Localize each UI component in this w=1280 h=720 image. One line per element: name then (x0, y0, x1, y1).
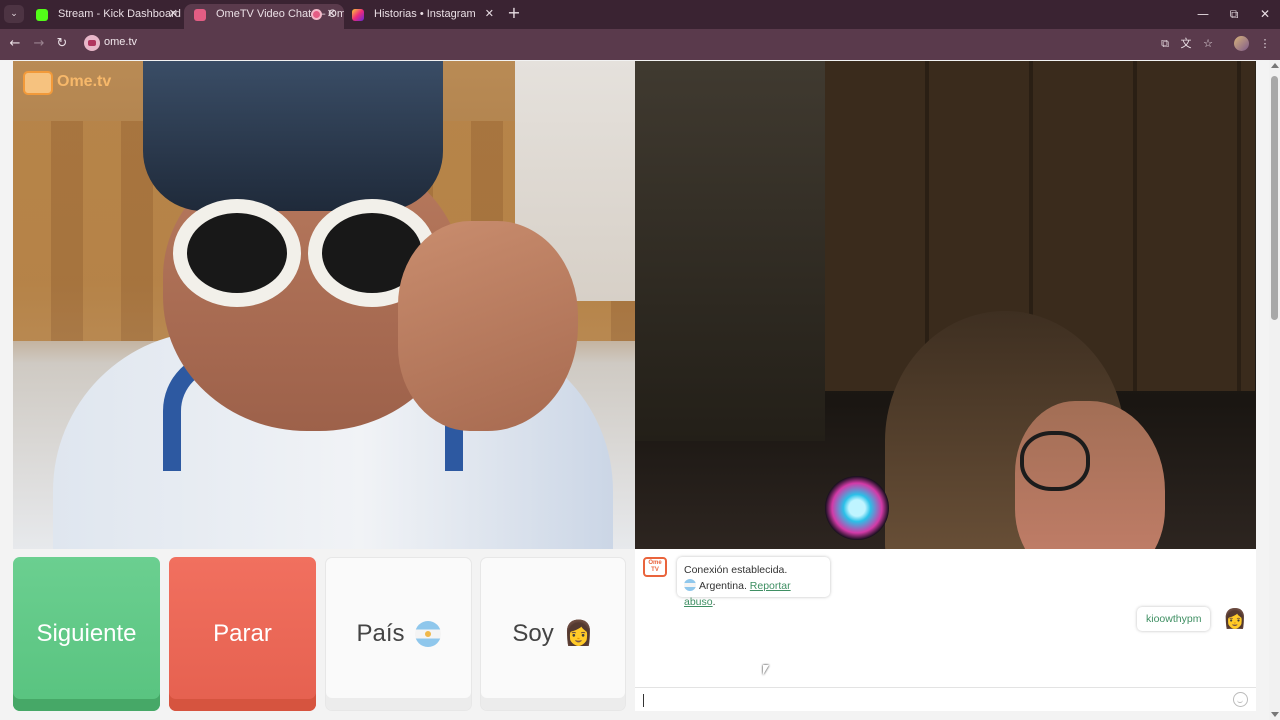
person-cap (143, 61, 443, 211)
tab-title: Stream - Kick Dashboard (58, 8, 181, 20)
own-avatar-emoji-icon: 👩 (1223, 608, 1247, 630)
chat-panel: Ome TV Conexión establecida. Argentina. … (635, 549, 1256, 711)
country-button-label: País (356, 620, 405, 647)
scroll-down-icon[interactable] (1271, 712, 1279, 717)
argentina-flag-icon (414, 621, 441, 647)
translate-icon[interactable]: 文 (1178, 36, 1194, 52)
room-wall (635, 61, 825, 441)
stop-button[interactable]: Parar (169, 557, 316, 711)
restore-icon[interactable]: ⧉ (1219, 4, 1249, 24)
bookmark-star-icon[interactable]: ☆ (1200, 36, 1216, 52)
kick-favicon-icon (36, 9, 48, 21)
profile-avatar[interactable] (1234, 36, 1249, 51)
reload-icon[interactable]: ↻ (53, 35, 71, 53)
own-message: kioowthypm (1137, 607, 1211, 631)
country-filter-button[interactable]: País (325, 557, 472, 711)
female-emoji-icon: 👩 (563, 620, 594, 647)
close-window-icon[interactable]: ✕ (1250, 4, 1280, 24)
tab-title: OmeTV Video Chat — Ome (216, 8, 344, 20)
next-button[interactable]: Siguiente (13, 557, 160, 711)
remote-video (635, 61, 1256, 549)
page-scrollbar[interactable] (1269, 60, 1280, 720)
connection-established-text: Conexión establecida. (684, 564, 788, 576)
text-caret (643, 694, 644, 707)
argentina-flag-icon (684, 579, 696, 591)
stop-button-label: Parar (213, 620, 272, 647)
tab-title: Historias • Instagram (374, 8, 476, 20)
tab-instagram[interactable]: Historias • Instagram ✕ (342, 4, 502, 29)
instagram-favicon-icon (352, 9, 364, 21)
ometv-chat-logo-icon: Ome TV (643, 557, 667, 577)
ometv-favicon-icon (194, 9, 206, 21)
next-button-label: Siguiente (36, 620, 137, 647)
back-icon[interactable]: ← (6, 35, 24, 53)
report-suffix: . (712, 596, 716, 608)
partner-country-line: Argentina. Reportar abuso. (684, 578, 823, 610)
person-hand (398, 221, 578, 431)
logo-text: Ome.tv (57, 73, 112, 90)
tab-kick-dashboard[interactable]: Stream - Kick Dashboard ✕ (26, 4, 186, 29)
partner-country: Argentina. (699, 580, 747, 592)
gender-button-label: Soy (512, 620, 554, 647)
minimize-icon[interactable]: — (1188, 4, 1218, 24)
tab-search-icon[interactable]: ⌄ (4, 5, 24, 23)
tab-ometv[interactable]: OmeTV Video Chat — Ome ✕ (184, 4, 344, 29)
close-tab-icon[interactable]: ✕ (327, 4, 336, 25)
local-video (13, 61, 635, 549)
person-glasses (1020, 431, 1090, 491)
rgb-headphone (825, 476, 889, 540)
chat-input[interactable] (635, 687, 1256, 711)
new-tab-button[interactable]: + (504, 3, 524, 23)
more-menu-icon[interactable]: ⋮ (1257, 36, 1273, 52)
scroll-up-icon[interactable] (1271, 63, 1279, 68)
address-bar[interactable]: ome.tv (104, 36, 137, 48)
system-message: Conexión establecida. Argentina. Reporta… (677, 557, 830, 608)
browser-toolbar: ← → ↻ ome.tv ⧉ 文 ☆ ⋮ (0, 29, 1280, 60)
sunglasses-left-lens (173, 199, 301, 307)
site-info-icon[interactable] (84, 35, 100, 51)
close-tab-icon[interactable]: ✕ (169, 4, 178, 25)
tv-logo-icon (23, 71, 53, 95)
forward-icon[interactable]: → (30, 35, 48, 53)
recording-indicator-icon (311, 9, 322, 20)
install-app-icon[interactable]: ⧉ (1157, 36, 1173, 52)
browser-tab-bar: ⌄ Stream - Kick Dashboard ✕ OmeTV Video … (0, 0, 1280, 29)
close-tab-icon[interactable]: ✕ (485, 4, 494, 25)
gender-select-button[interactable]: Soy 👩 (480, 557, 626, 711)
scroll-thumb[interactable] (1271, 76, 1278, 320)
mouse-pointer-icon (763, 665, 769, 675)
emoji-picker-icon[interactable] (1233, 692, 1248, 707)
